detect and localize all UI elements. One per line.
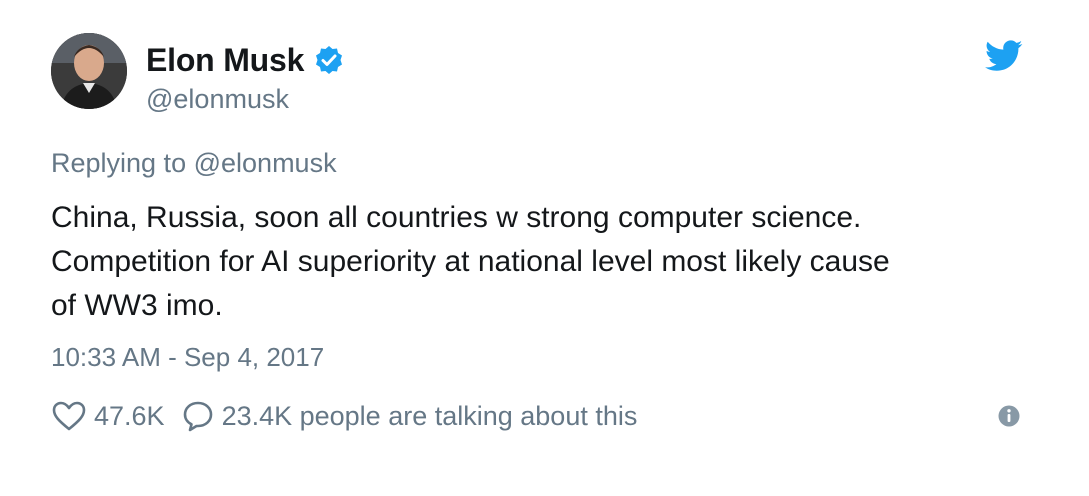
tweet-text: China, Russia, soon all countries w stro…	[51, 196, 1041, 328]
reply-context: Replying to @elonmusk	[51, 148, 337, 179]
speech-bubble-icon	[181, 399, 215, 433]
like-count: 47.6K	[94, 400, 165, 431]
author-name[interactable]: Elon Musk	[146, 42, 304, 79]
author-handle[interactable]: @elonmusk	[146, 84, 289, 115]
tweet-timestamp[interactable]: 10:33 AM - Sep 4, 2017	[51, 342, 324, 373]
heart-icon	[51, 400, 87, 432]
tweet-text-line: Competition for AI superiority at nation…	[51, 245, 890, 278]
talk-link[interactable]: 23.4K people are talking about this	[181, 399, 638, 433]
twitter-bird-icon[interactable]	[985, 40, 1023, 72]
reply-prefix: Replying to	[51, 148, 187, 178]
author-row: Elon Musk	[146, 40, 344, 80]
action-bar: 47.6K 23.4K people are talking about thi…	[51, 396, 637, 436]
tweet-card: Elon Musk @elonmusk Replying to @elonmus…	[0, 0, 1089, 496]
info-icon[interactable]	[998, 405, 1020, 427]
like-button[interactable]: 47.6K	[51, 400, 181, 432]
avatar[interactable]	[51, 33, 127, 109]
tweet-text-line: of WW3 imo.	[51, 289, 223, 322]
reply-mention-link[interactable]: @elonmusk	[194, 148, 337, 178]
tweet-text-line: China, Russia, soon all countries w stro…	[51, 201, 862, 234]
talk-count-text: 23.4K people are talking about this	[221, 400, 638, 431]
verified-badge-icon	[314, 45, 344, 75]
